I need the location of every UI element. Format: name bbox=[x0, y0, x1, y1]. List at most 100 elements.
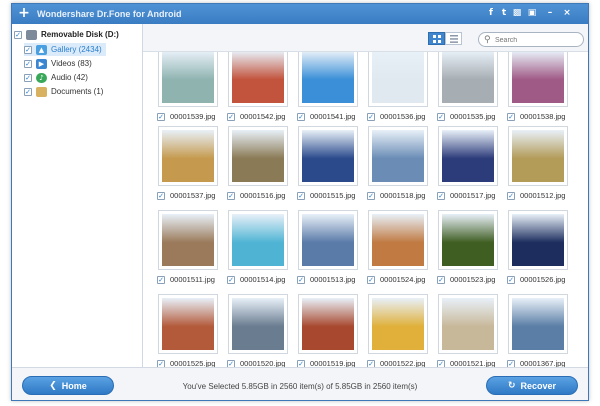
photo-checkbox[interactable]: ✓ bbox=[507, 360, 515, 367]
photo-thumbnail[interactable] bbox=[508, 294, 568, 354]
photo-thumbnail[interactable] bbox=[158, 52, 218, 107]
photo-thumbnail[interactable] bbox=[158, 210, 218, 270]
photo-checkbox[interactable]: ✓ bbox=[227, 276, 235, 284]
photo-thumbnail[interactable] bbox=[368, 52, 428, 107]
photo-checkbox[interactable]: ✓ bbox=[367, 360, 375, 367]
checkbox[interactable]: ✓ bbox=[24, 59, 32, 68]
photo-tile[interactable]: ✓ 00001516.jpg bbox=[227, 126, 291, 208]
photo-checkbox[interactable]: ✓ bbox=[297, 192, 305, 200]
photo-tile[interactable]: ✓ 00001520.jpg bbox=[227, 294, 291, 367]
photo-tile[interactable]: ✓ 00001518.jpg bbox=[367, 126, 431, 208]
recover-button[interactable]: ↻ Recover bbox=[486, 376, 578, 395]
photo-tile[interactable]: ✓ 00001511.jpg bbox=[157, 210, 221, 292]
photo-thumbnail[interactable] bbox=[158, 294, 218, 354]
photo-thumbnail[interactable] bbox=[508, 126, 568, 186]
photo-tile[interactable]: ✓ 00001539.jpg bbox=[157, 52, 221, 129]
photo-tile[interactable]: ✓ 00001537.jpg bbox=[157, 126, 221, 208]
photo-tile[interactable]: ✓ 00001514.jpg bbox=[227, 210, 291, 292]
photo-checkbox[interactable]: ✓ bbox=[507, 192, 515, 200]
photo-tile[interactable]: ✓ 00001524.jpg bbox=[367, 210, 431, 292]
tree-root-removable-disk[interactable]: ✓ Removable Disk (D:) bbox=[14, 28, 119, 41]
checkbox[interactable]: ✓ bbox=[24, 45, 32, 54]
photo-checkbox[interactable]: ✓ bbox=[507, 276, 515, 284]
photo-tile[interactable]: ✓ 00001536.jpg bbox=[367, 52, 431, 129]
photo-checkbox[interactable]: ✓ bbox=[157, 360, 165, 367]
photo-tile[interactable]: ✓ 00001523.jpg bbox=[437, 210, 501, 292]
file-name: 00001539.jpg bbox=[170, 112, 216, 121]
photo-thumbnail[interactable] bbox=[158, 126, 218, 186]
photo-checkbox[interactable]: ✓ bbox=[297, 276, 305, 284]
photo-thumbnail[interactable] bbox=[228, 210, 288, 270]
photo-thumbnail[interactable] bbox=[438, 52, 498, 107]
photo-tile[interactable]: ✓ 00001535.jpg bbox=[437, 52, 501, 129]
photo-thumbnail[interactable] bbox=[508, 210, 568, 270]
photo-tile[interactable]: ✓ 00001522.jpg bbox=[367, 294, 431, 367]
photo-tile[interactable]: ✓ 00001519.jpg bbox=[297, 294, 361, 367]
photo-tile[interactable]: ✓ 00001515.jpg bbox=[297, 126, 361, 208]
file-name: 00001517.jpg bbox=[450, 191, 496, 200]
photo-thumbnail[interactable] bbox=[368, 294, 428, 354]
close-icon[interactable]: × bbox=[561, 7, 573, 20]
photo-checkbox[interactable]: ✓ bbox=[227, 360, 235, 367]
photo-thumbnail[interactable] bbox=[298, 126, 358, 186]
checkbox[interactable]: ✓ bbox=[14, 30, 22, 39]
photo-tile[interactable]: ✓ 00001541.jpg bbox=[297, 52, 361, 129]
photo-thumbnail[interactable] bbox=[438, 126, 498, 186]
photo-checkbox[interactable]: ✓ bbox=[297, 360, 305, 367]
photo-tile[interactable]: ✓ 00001525.jpg bbox=[157, 294, 221, 367]
photo-thumbnail[interactable] bbox=[298, 210, 358, 270]
photo-tile[interactable]: ✓ 00001517.jpg bbox=[437, 126, 501, 208]
sidebar-item-gallery[interactable]: ✓ ▲ Gallery (2434) bbox=[24, 43, 106, 56]
photo-tile[interactable]: ✓ 00001538.jpg bbox=[507, 52, 571, 129]
photo-thumbnail[interactable] bbox=[368, 126, 428, 186]
photo-checkbox[interactable]: ✓ bbox=[507, 113, 515, 121]
photo-thumbnail[interactable] bbox=[438, 210, 498, 270]
photo-checkbox[interactable]: ✓ bbox=[367, 276, 375, 284]
twitter-icon[interactable]: t bbox=[498, 7, 510, 20]
photo-checkbox[interactable]: ✓ bbox=[297, 113, 305, 121]
grid-view-button[interactable] bbox=[428, 32, 445, 45]
app-window: + Wondershare Dr.Fone for Android f t ▩ … bbox=[11, 3, 589, 401]
photo-thumbnail[interactable] bbox=[298, 52, 358, 107]
photo-tile[interactable]: ✓ 00001513.jpg bbox=[297, 210, 361, 292]
photo-checkbox[interactable]: ✓ bbox=[437, 360, 445, 367]
photo-tile[interactable]: ✓ 00001542.jpg bbox=[227, 52, 291, 129]
checkbox[interactable]: ✓ bbox=[24, 87, 32, 96]
file-name: 00001538.jpg bbox=[520, 112, 566, 121]
photo-image bbox=[302, 214, 354, 266]
register-icon[interactable]: ▣ bbox=[526, 7, 538, 20]
photo-checkbox[interactable]: ✓ bbox=[367, 113, 375, 121]
photo-thumbnail[interactable] bbox=[228, 294, 288, 354]
checkbox[interactable]: ✓ bbox=[24, 73, 32, 82]
photo-tile[interactable]: ✓ 00001526.jpg bbox=[507, 210, 571, 292]
photo-image bbox=[442, 130, 494, 182]
photo-checkbox[interactable]: ✓ bbox=[227, 192, 235, 200]
search-input[interactable] bbox=[495, 35, 579, 45]
photo-checkbox[interactable]: ✓ bbox=[157, 113, 165, 121]
photo-checkbox[interactable]: ✓ bbox=[157, 276, 165, 284]
photo-checkbox[interactable]: ✓ bbox=[367, 192, 375, 200]
sidebar-item-documents[interactable]: ✓ Documents (1) bbox=[24, 85, 103, 98]
photo-checkbox[interactable]: ✓ bbox=[437, 276, 445, 284]
photo-checkbox[interactable]: ✓ bbox=[227, 113, 235, 121]
photo-checkbox[interactable]: ✓ bbox=[157, 192, 165, 200]
minimize-icon[interactable]: – bbox=[544, 7, 556, 20]
photo-thumbnail[interactable] bbox=[228, 52, 288, 107]
photo-thumbnail[interactable] bbox=[368, 210, 428, 270]
sidebar-item-videos[interactable]: ✓ ▶ Videos (83) bbox=[24, 57, 92, 70]
photo-checkbox[interactable]: ✓ bbox=[437, 113, 445, 121]
list-view-button[interactable] bbox=[445, 32, 462, 45]
photo-checkbox[interactable]: ✓ bbox=[437, 192, 445, 200]
photo-thumbnail[interactable] bbox=[508, 52, 568, 107]
photo-thumbnail[interactable] bbox=[228, 126, 288, 186]
photo-tile[interactable]: ✓ 00001512.jpg bbox=[507, 126, 571, 208]
feedback-icon[interactable]: ▩ bbox=[511, 7, 523, 20]
photo-thumbnail[interactable] bbox=[298, 294, 358, 354]
photo-thumbnail[interactable] bbox=[438, 294, 498, 354]
search-box[interactable]: ⚲ bbox=[478, 32, 584, 47]
facebook-icon[interactable]: f bbox=[485, 7, 497, 20]
photo-tile[interactable]: ✓ 00001521.jpg bbox=[437, 294, 501, 367]
photo-image bbox=[162, 52, 214, 103]
sidebar-item-audio[interactable]: ✓ ♪ Audio (42) bbox=[24, 71, 88, 84]
photo-tile[interactable]: ✓ 00001367.jpg bbox=[507, 294, 571, 367]
